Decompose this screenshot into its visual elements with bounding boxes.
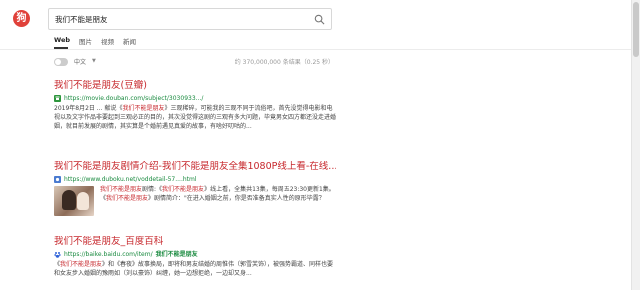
page-scrollbar[interactable]: [631, 0, 640, 290]
search-result: 我们不能是朋友_百度百科 https://baike.baidu.com/ite…: [54, 236, 336, 279]
search-result: 我们不能是朋友剧情介绍-我们不能是朋友全集1080P线上看-在线... http…: [54, 161, 336, 216]
result-snippet: 2019年8月2日 ... 献说《我们不能是朋友》三观稀碎，可能我的三观不同于流…: [54, 105, 336, 131]
app-logo[interactable]: 狗: [13, 10, 30, 27]
chevron-down-icon[interactable]: ▼: [92, 58, 96, 64]
search-box[interactable]: [48, 8, 332, 30]
result-title-link[interactable]: 我们不能是朋友(豆瓣): [54, 80, 336, 92]
result-title-part[interactable]: 剧情介绍-: [121, 161, 162, 172]
snippet-text: 》剧情简介："在进入婚姻之前，你是否准备真实人性的原形毕露？: [148, 194, 325, 202]
result-url-text[interactable]: https://movie.douban.com/subject/3030933…: [64, 94, 203, 103]
search-icon[interactable]: [314, 14, 325, 25]
site-favicon-icon: [54, 176, 61, 183]
filter-row: 中文 ▼ 约 370,000,000 条结果（0.25 秒）: [54, 57, 334, 67]
result-thumbnail[interactable]: [54, 186, 94, 216]
result-url-text[interactable]: https://baike.baidu.com/item/: [64, 250, 153, 259]
result-body: 我们不能是朋友剧情:《我们不能是朋友》线上看，全集共13集，每周五23:30更新…: [54, 186, 336, 216]
result-title-link[interactable]: 我们不能是朋友_百度百科: [54, 236, 336, 248]
result-title-suffix[interactable]: (豆瓣): [121, 80, 147, 91]
header-divider: [0, 49, 640, 50]
language-selector[interactable]: 中文: [74, 57, 86, 66]
baidu-favicon-icon: [54, 252, 61, 258]
result-url[interactable]: https://movie.douban.com/subject/3030933…: [54, 94, 336, 103]
result-url[interactable]: https://www.duboku.net/voddetail-57....h…: [54, 175, 336, 184]
snippet-text: 剧情:《: [142, 186, 163, 193]
snippet-highlight: 我们不能是朋友: [100, 186, 143, 193]
result-url[interactable]: https://baike.baidu.com/item/我们不能是朋友: [54, 250, 336, 259]
tab-videos[interactable]: 视频: [101, 36, 114, 48]
snippet-text: 2019年8月2日 ... 献说《: [54, 105, 123, 112]
result-title-part[interactable]: 我们不能是朋友: [54, 236, 121, 247]
result-snippet: 我们不能是朋友剧情:《我们不能是朋友》线上看，全集共13集，每周五23:30更新…: [100, 186, 336, 216]
snippet-highlight: 我们不能是朋友: [162, 186, 205, 193]
result-url-bold[interactable]: 我们不能是朋友: [156, 250, 198, 259]
tab-images[interactable]: 图片: [79, 36, 92, 48]
snippet-highlight: 我们不能是朋友: [106, 194, 149, 202]
tab-news[interactable]: 新闻: [123, 36, 136, 48]
result-title-text[interactable]: 我们不能是朋友: [54, 80, 121, 91]
scrollbar-thumb[interactable]: [633, 2, 639, 57]
snippet-highlight: 我们不能是朋友: [122, 105, 165, 112]
snippet-highlight: 我们不能是朋友: [60, 261, 103, 268]
result-title-part[interactable]: 我们不能是朋友: [54, 161, 121, 172]
search-input[interactable]: [55, 12, 305, 27]
result-count: 约 370,000,000 条结果（0.25 秒）: [234, 59, 334, 66]
result-title-part[interactable]: 我们不能是朋友: [162, 161, 229, 172]
result-url-text[interactable]: https://www.duboku.net/voddetail-57....h…: [64, 175, 197, 184]
result-title-link[interactable]: 我们不能是朋友剧情介绍-我们不能是朋友全集1080P线上看-在线...: [54, 161, 336, 173]
search-result: 我们不能是朋友(豆瓣) https://movie.douban.com/sub…: [54, 80, 336, 131]
result-snippet: 《我们不能是朋友》和《春夜》故事换局，即将和男友结婚的周惟伟（郭雪芙饰），被强势…: [54, 261, 336, 279]
result-title-part[interactable]: 全集1080P线上看-在线...: [228, 161, 336, 172]
douban-favicon-icon: [54, 95, 61, 102]
result-title-part[interactable]: _百度百科: [121, 236, 164, 247]
safe-search-toggle[interactable]: [54, 58, 68, 66]
